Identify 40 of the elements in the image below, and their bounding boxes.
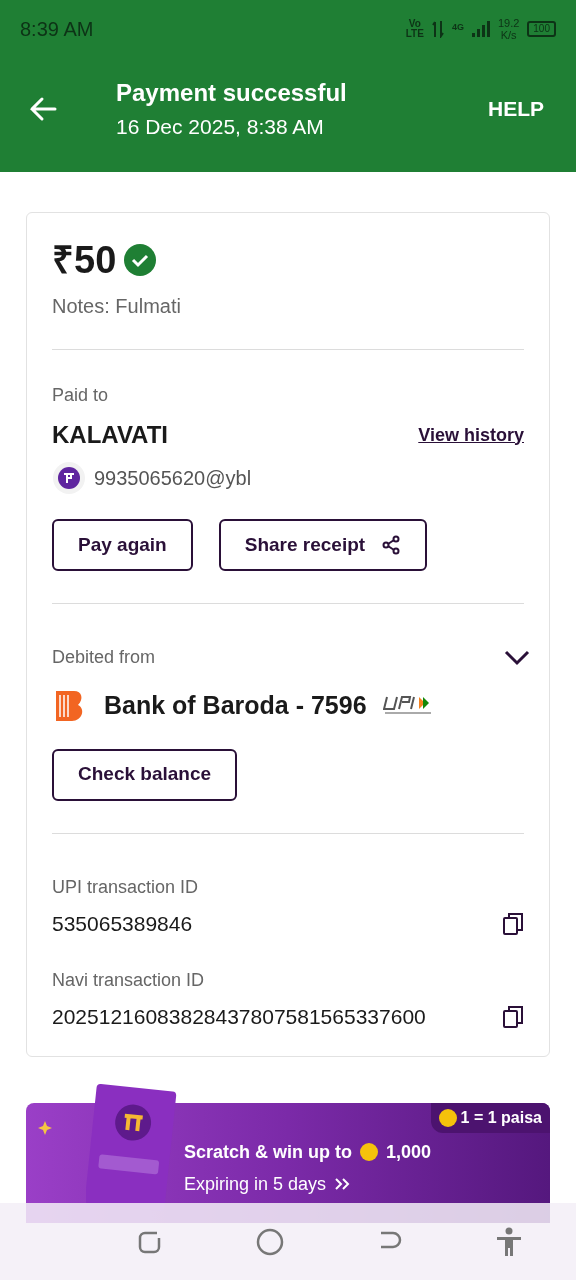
coin-icon	[360, 1143, 378, 1161]
home-icon[interactable]	[255, 1227, 284, 1256]
paid-to-label: Paid to	[52, 384, 110, 407]
battery-level: 100	[527, 21, 556, 37]
bank-account: Bank of Baroda - 7596	[104, 690, 367, 721]
double-chevron-icon	[334, 1177, 351, 1191]
help-button[interactable]: HELP	[488, 93, 544, 125]
coin-icon	[438, 1108, 457, 1127]
copy-icon[interactable]	[502, 911, 524, 936]
payment-notes: Notes: Fulmati	[52, 294, 182, 319]
accessibility-icon[interactable]	[495, 1226, 522, 1257]
payment-amount: ₹50	[52, 241, 117, 279]
chevron-down-icon[interactable]	[504, 649, 530, 666]
app-logo-icon	[52, 461, 86, 495]
sparkle-icon	[38, 1120, 52, 1135]
reward-amount: 1,000	[386, 1140, 432, 1164]
share-receipt-button[interactable]: Share receipt	[218, 519, 428, 571]
status-time: 8:39 AM	[20, 17, 94, 42]
network-type: Vo LTE	[405, 19, 424, 39]
share-icon	[381, 535, 402, 555]
upi-id: 9935065620@ybl	[94, 466, 252, 491]
payment-date: 16 Dec 2025, 8:38 AM	[116, 114, 325, 141]
reward-expiry: Expiring in 5 days	[184, 1172, 327, 1196]
coin-rate: 1 = 1 paisa	[460, 1107, 542, 1128]
copy-icon[interactable]	[502, 1004, 524, 1029]
check-balance-button[interactable]: Check balance	[52, 748, 238, 801]
reward-title: Scratch & win up to	[184, 1140, 352, 1164]
transaction-id: 20251216083828437807581565337600	[52, 1003, 427, 1030]
data-arrows-icon	[431, 20, 444, 38]
signal-icon	[471, 21, 490, 37]
page-title: Payment successful	[116, 78, 348, 109]
payee-name: KALAVATI	[52, 420, 168, 450]
transaction-id-label: UPI transaction ID	[52, 875, 200, 899]
transaction-id: 535065389846	[52, 910, 194, 937]
transaction-id-label: Navi transaction ID	[52, 968, 206, 992]
view-history-link[interactable]: View history	[418, 421, 524, 449]
network-speed: 19.2 K/s	[497, 17, 520, 41]
pay-again-button[interactable]: Pay again	[52, 519, 193, 571]
network-generation: 4G	[451, 21, 464, 34]
debited-from-label: Debited from	[52, 646, 156, 669]
